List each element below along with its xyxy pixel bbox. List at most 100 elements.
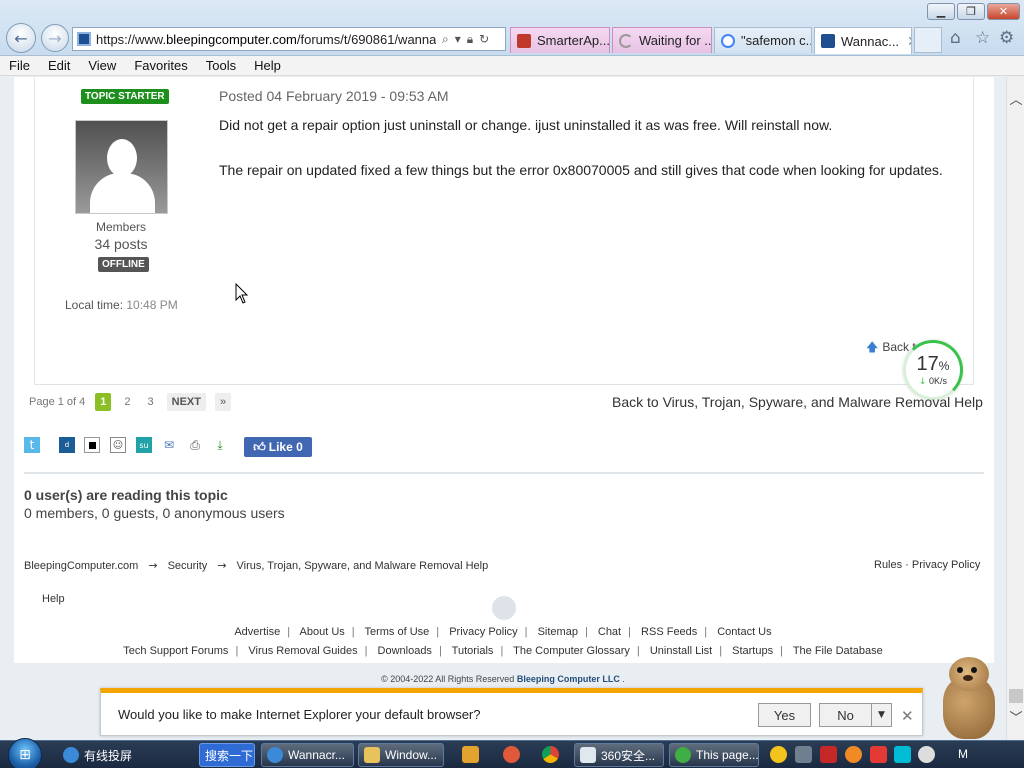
footer-uninstall[interactable]: Uninstall List [650, 645, 712, 657]
twitter-icon[interactable]: t [24, 437, 40, 453]
tray-plus-icon[interactable] [770, 746, 787, 763]
taskbar-ie-wireless[interactable]: 有线投屏 [58, 743, 193, 767]
media-player-icon[interactable] [462, 746, 479, 763]
search-icon[interactable]: ⌕ [442, 32, 449, 47]
favorites-star-icon[interactable]: ☆ [975, 28, 990, 48]
footer-sitemap[interactable]: Sitemap [538, 626, 578, 638]
footer-glossary[interactable]: The Computer Glossary [513, 645, 630, 657]
scroll-to-top-button[interactable] [492, 596, 516, 620]
notification-dropdown-icon[interactable]: ▼ [872, 703, 892, 727]
desktop-pet-mascot[interactable] [935, 655, 1003, 740]
tab-waiting[interactable]: Waiting for ... [612, 27, 712, 53]
breadcrumb-forum[interactable]: Virus, Trojan, Spyware, and Malware Remo… [237, 560, 489, 572]
page-2-link[interactable]: 2 [120, 393, 134, 411]
tray-search-icon[interactable] [845, 746, 862, 763]
tab-smarterap[interactable]: SmarterAp... [510, 27, 610, 53]
privacy-policy-link[interactable]: Privacy Policy [912, 559, 980, 571]
menu-favorites[interactable]: Favorites [125, 58, 196, 73]
tray-grid-icon[interactable] [795, 746, 812, 763]
copyright-owner-link[interactable]: Bleeping Computer LLC [517, 674, 620, 684]
page-3-link[interactable]: 3 [144, 393, 158, 411]
address-url[interactable]: https://www.bleepingcomputer.com/forums/… [96, 32, 436, 47]
app-orange-icon[interactable] [503, 746, 520, 763]
tab-google-search[interactable]: "safemon c... [714, 27, 812, 53]
download-icon[interactable]: ⤓ [212, 437, 228, 453]
taskbar-explorer-window[interactable]: Window... [358, 743, 444, 767]
lock-icon[interactable]: 🔒︎ [467, 32, 473, 47]
scroll-up-arrow-icon[interactable]: ︿ [1007, 89, 1024, 108]
home-icon[interactable]: ⌂ [950, 28, 961, 48]
close-window-button[interactable]: ✕ [987, 3, 1020, 20]
scroll-thumb[interactable] [1009, 689, 1023, 703]
digg-icon[interactable]: d [59, 437, 75, 453]
start-button[interactable]: ⊞ [8, 738, 42, 768]
settings-gear-icon[interactable]: ⚙ [999, 28, 1014, 48]
footer-rss[interactable]: RSS Feeds [641, 626, 697, 638]
tray-volume-icon[interactable] [918, 746, 935, 763]
local-time: Local time: 10:48 PM [65, 298, 178, 312]
footer-advertise[interactable]: Advertise [234, 626, 280, 638]
breadcrumb-home[interactable]: BleepingComputer.com [24, 560, 138, 572]
footer-tutorials[interactable]: Tutorials [452, 645, 494, 657]
stumbleupon-icon[interactable]: su [136, 437, 152, 453]
help-link[interactable]: Help [42, 593, 65, 605]
menu-view[interactable]: View [79, 58, 125, 73]
menu-tools[interactable]: Tools [197, 58, 245, 73]
notification-close-icon[interactable]: ✕ [901, 707, 914, 725]
refresh-icon[interactable]: ↻ [479, 32, 489, 46]
network-speed-widget[interactable]: 17% ↓ 0K/s [903, 340, 963, 400]
menu-edit[interactable]: Edit [39, 58, 79, 73]
post-body-line1: Did not get a repair option just uninsta… [219, 117, 833, 133]
footer-chat[interactable]: Chat [598, 626, 621, 638]
footer-forums[interactable]: Tech Support Forums [123, 645, 228, 657]
taskbar-search[interactable]: 搜索一下 [199, 743, 255, 767]
notification-no-button[interactable]: No [819, 703, 872, 727]
footer-file-database[interactable]: The File Database [793, 645, 883, 657]
tab-wannacry-active[interactable]: Wannac... ✕ [814, 27, 912, 54]
rules-link[interactable]: Rules [874, 559, 902, 571]
tray-v-icon[interactable] [820, 746, 837, 763]
tab-close-icon[interactable]: ✕ [907, 33, 911, 50]
last-page-button[interactable]: » [215, 393, 232, 411]
footer-terms[interactable]: Terms of Use [364, 626, 429, 638]
scroll-down-arrow-icon[interactable]: ﹀ [1007, 707, 1024, 726]
footer-contact[interactable]: Contact Us [717, 626, 771, 638]
chrome-icon[interactable] [542, 746, 559, 763]
footer-virus-guides[interactable]: Virus Removal Guides [248, 645, 357, 657]
minimize-button[interactable]: ▁ [927, 3, 955, 20]
taskbar-wannacry-window[interactable]: Wannacr... [261, 743, 354, 767]
user-avatar[interactable] [75, 120, 168, 214]
readers-title: 0 user(s) are reading this topic [24, 487, 228, 503]
notification-yes-button[interactable]: Yes [758, 703, 811, 727]
email-icon[interactable]: ✉ [161, 437, 177, 453]
tray-monitor-icon[interactable] [894, 746, 911, 763]
reddit-icon[interactable]: ☺ [110, 437, 126, 453]
back-to-forum-link[interactable]: Back to Virus, Trojan, Spyware, and Malw… [612, 394, 983, 410]
footer-privacy[interactable]: Privacy Policy [449, 626, 517, 638]
new-tab-button[interactable] [914, 27, 942, 53]
print-icon[interactable]: ⎙ [187, 437, 203, 453]
back-button[interactable]: ← [6, 23, 36, 53]
maximize-button[interactable]: ❐ [957, 3, 985, 20]
tray-flag-icon[interactable] [870, 746, 887, 763]
next-page-button[interactable]: NEXT [166, 393, 206, 411]
avatar-head-shape [107, 139, 137, 177]
footer-startups[interactable]: Startups [732, 645, 773, 657]
tab-label: SmarterAp... [537, 33, 610, 48]
vertical-scrollbar[interactable]: ︿ ﹀ [1006, 77, 1024, 740]
footer-downloads[interactable]: Downloads [378, 645, 432, 657]
page-1-link[interactable]: 1 [95, 393, 112, 411]
facebook-like-button[interactable]: 👍︎ Like 0 [244, 437, 312, 457]
forward-button[interactable]: → [41, 24, 69, 52]
delicious-icon[interactable] [84, 437, 100, 453]
footer-about-us[interactable]: About Us [300, 626, 345, 638]
speed-rate-value: 0K/s [929, 375, 948, 386]
menu-help[interactable]: Help [245, 58, 290, 73]
address-bar[interactable]: https://www.bleepingcomputer.com/forums/… [72, 27, 506, 51]
breadcrumb-security[interactable]: Security [168, 560, 208, 572]
taskbar-360-window[interactable]: 360安全... [574, 743, 664, 767]
dropdown-icon[interactable]: ▾ [455, 32, 461, 46]
speed-rate: ↓ 0K/s [919, 376, 947, 387]
menu-file[interactable]: File [0, 58, 39, 73]
taskbar-this-page-window[interactable]: This page... [669, 743, 759, 767]
